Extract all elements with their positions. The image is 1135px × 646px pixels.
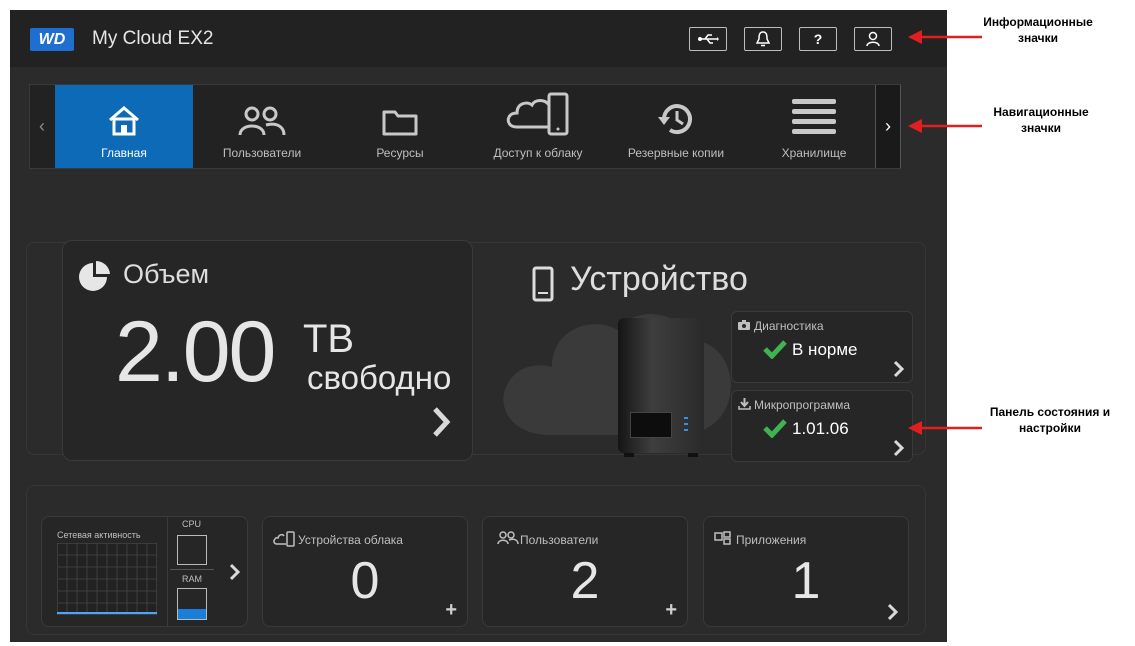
ram-label: RAM [182, 574, 202, 584]
nav-label-storage: Хранилище [781, 146, 847, 160]
app-title: My Cloud EX2 [92, 28, 214, 49]
chevron-right-icon[interactable] [431, 405, 451, 439]
camera-icon [738, 320, 750, 330]
user-icon[interactable] [854, 27, 892, 51]
capacity-unit: TB [303, 317, 355, 361]
device-icon [532, 266, 554, 302]
nav-label-shares: Ресурсы [376, 146, 424, 160]
top-bar: WD My Cloud EX2 ? [10, 10, 947, 67]
nav-item-users[interactable]: Пользователи [193, 85, 331, 168]
nav-next-arrow[interactable]: › [875, 85, 901, 168]
network-graph [57, 543, 157, 615]
chevron-right-icon[interactable] [228, 563, 240, 581]
nav-prev-arrow[interactable]: ‹ [30, 85, 54, 168]
apps-label: Приложения [736, 533, 807, 547]
ram-meter [177, 588, 207, 620]
bell-icon[interactable] [744, 27, 782, 51]
nav-label-home: Главная [101, 146, 147, 160]
cloud-devices-icon [469, 85, 607, 137]
cpu-meter [177, 535, 207, 565]
network-activity-label: Сетевая активность [57, 530, 141, 540]
usb-icon[interactable] [689, 27, 727, 51]
annotation-status-panel: Панель состояния и настройки [989, 405, 1111, 435]
cloud-devices-label: Устройства облака [298, 533, 403, 547]
annotation-nav-icons: Навигационные значки [993, 105, 1089, 135]
users-count: 2 [570, 552, 600, 610]
diagnostics-card[interactable]: Диагностика В норме [731, 311, 913, 383]
diagnostics-label: Диагностика [754, 319, 824, 333]
help-icon[interactable]: ? [799, 27, 837, 51]
apps-count: 1 [791, 552, 821, 610]
firmware-label: Микропрограмма [754, 398, 851, 412]
widget-divider [170, 569, 214, 570]
cloud-devices-card[interactable]: Устройства облака 0 + [262, 516, 468, 627]
wd-logo: WD [30, 28, 74, 51]
nav-item-shares[interactable]: Ресурсы [331, 85, 469, 168]
pie-chart-icon [79, 260, 110, 291]
cpu-label: CPU [182, 519, 202, 529]
ram-meter-fill [178, 609, 206, 619]
folder-icon [331, 85, 469, 137]
capacity-free-label: свободно [307, 359, 452, 396]
cloud-devices-icon [273, 531, 295, 547]
apps-icon [714, 531, 731, 545]
cloud-devices-count: 0 [350, 552, 380, 610]
nav-label-backups: Резервные копии [627, 146, 725, 160]
nas-device-image [618, 318, 704, 458]
download-icon [738, 398, 751, 410]
users-label: Пользователи [520, 533, 599, 547]
nav-item-cloud-access[interactable]: Доступ к облаку [469, 85, 607, 168]
widget-divider [167, 517, 168, 626]
chevron-right-icon[interactable] [886, 603, 898, 621]
add-cloud-device-plus-icon[interactable]: + [445, 599, 457, 622]
device-title: Устройство [570, 260, 748, 298]
network-activity-card[interactable]: Сетевая активность CPU RAM [41, 516, 248, 627]
nav-item-home[interactable]: Главная [55, 85, 193, 168]
backup-icon [607, 85, 745, 137]
users-icon [497, 531, 519, 545]
nav-item-storage[interactable]: Хранилище [745, 85, 883, 168]
firmware-card[interactable]: Микропрограмма 1.01.06 [731, 390, 913, 462]
diagnostics-value: В норме [792, 340, 858, 359]
home-icon [55, 85, 193, 137]
firmware-value: 1.01.06 [792, 419, 849, 438]
add-user-plus-icon[interactable]: + [665, 599, 677, 622]
nav-label-users: Пользователи [222, 146, 302, 160]
nav-item-backups[interactable]: Резервные копии [607, 85, 745, 168]
annotation-info-icons: Информационные значки [983, 15, 1093, 45]
users-icon [193, 85, 331, 137]
capacity-title: Объем [123, 259, 210, 289]
nav-bar: ‹ Главная Пользователи Ресурсы Доступ к … [29, 84, 901, 169]
capacity-value: 2.00 [115, 304, 276, 400]
nav-label-cloud-access: Доступ к облаку [493, 146, 583, 160]
check-icon [763, 419, 787, 438]
capacity-card[interactable]: Объем 2.00 TB свободно [62, 240, 473, 461]
check-icon [763, 340, 787, 359]
storage-icon [745, 85, 883, 137]
annotation-arrows [908, 30, 982, 435]
app-window: WD My Cloud EX2 ? ‹ Главная Пользователи [10, 10, 947, 642]
apps-card[interactable]: Приложения 1 [703, 516, 909, 627]
users-card[interactable]: Пользователи 2 + [482, 516, 688, 627]
